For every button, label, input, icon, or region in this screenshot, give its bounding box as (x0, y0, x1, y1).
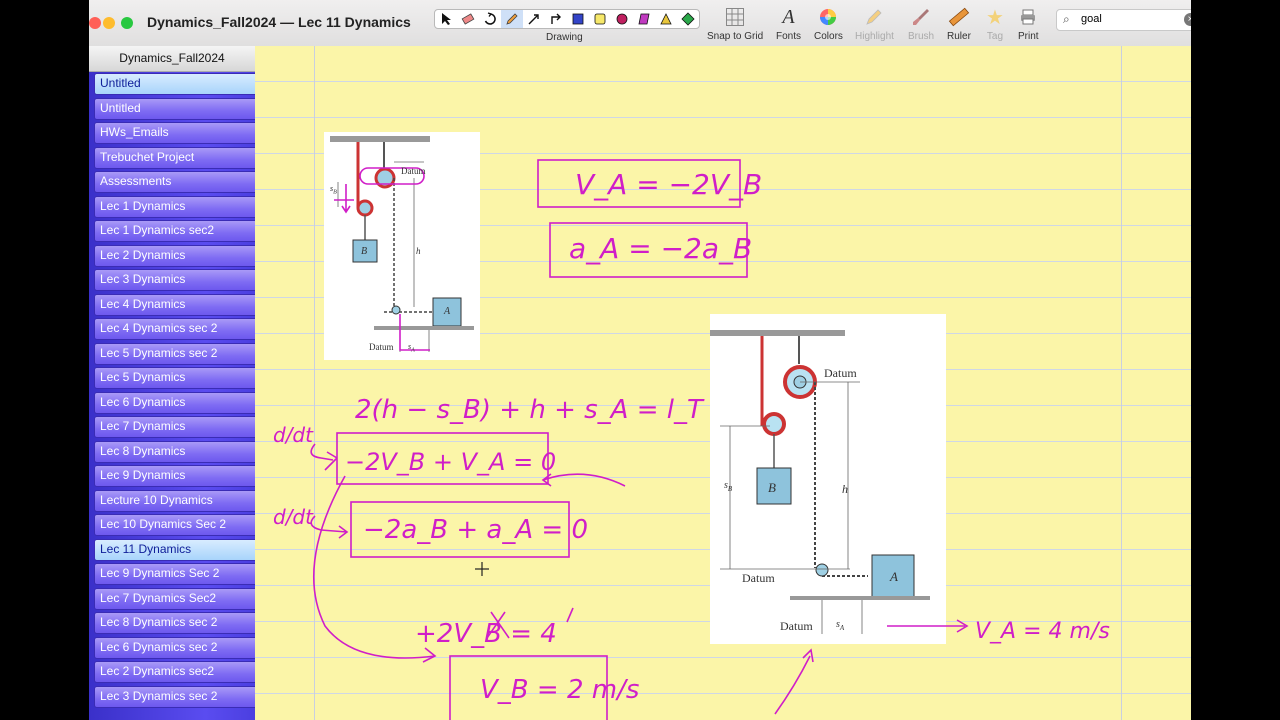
sidebar-item-lec-8-dynamics[interactable]: Lec 8 Dynamics (94, 440, 255, 463)
eq-acceleration: −2a_B + a_A = 0 (363, 515, 588, 545)
page-list: Untitled Untitled HWs_Emails Trebuchet Pro… (89, 73, 255, 708)
search-icon: ⌕ (1063, 12, 1070, 26)
title-bar: Dynamics_Fall2024 — Lec 11 Dynamics Draw… (89, 0, 1191, 47)
pointer-arrow (542, 473, 626, 487)
sidebar-item-lec-1-dynamics[interactable]: Lec 1 Dynamics (94, 195, 255, 218)
search-input[interactable] (1079, 12, 1183, 26)
rectangle-tool-icon[interactable] (567, 10, 589, 28)
grid-icon (725, 6, 745, 28)
notebook-title: Dynamics_Fall2024 (89, 46, 255, 72)
close-window-button[interactable] (89, 17, 101, 29)
diamond-tool-icon[interactable] (677, 10, 699, 28)
ddt-arrow-2 (310, 515, 348, 533)
eq-aa: a_A = −2a_B (569, 232, 752, 265)
sidebar-item-lec-6-dynamics[interactable]: Lec 6 Dynamics (94, 391, 255, 414)
fonts-icon: A (782, 5, 795, 28)
sidebar-item-lec-1-dynamics-sec2[interactable]: Lec 1 Dynamics sec2 (94, 220, 255, 242)
sidebar-item-assessments[interactable]: Assessments (94, 171, 255, 193)
sidebar-item-lec-4-dynamics-sec-2[interactable]: Lec 4 Dynamics sec 2 (94, 318, 255, 340)
eraser-tool-icon[interactable] (457, 10, 479, 28)
ruler-icon (948, 6, 970, 28)
search-field[interactable]: ⌕ × (1056, 9, 1191, 31)
rotate-tool-icon[interactable] (479, 10, 501, 28)
eq-vb: V_B = 2 m/s (480, 675, 639, 705)
eq-va-given: V_A = 4 m/s (975, 619, 1110, 644)
colors-button[interactable]: Colors (814, 6, 843, 44)
pointer-tool-icon[interactable] (435, 10, 457, 28)
sidebar-item-lec-2-dynamics-sec2[interactable]: Lec 2 Dynamics sec2 (94, 661, 255, 683)
highlighter-icon (864, 6, 884, 28)
window-title: Dynamics_Fall2024 — Lec 11 Dynamics (147, 14, 411, 30)
zoom-window-button[interactable] (121, 17, 133, 29)
pointer-arrow-2 (774, 655, 811, 715)
drawing-tools (434, 9, 700, 29)
parallelogram-tool-icon[interactable] (633, 10, 655, 28)
sidebar-item-lec-3-dynamics[interactable]: Lec 3 Dynamics (94, 269, 255, 291)
color-wheel-icon (818, 6, 838, 28)
fonts-button[interactable]: A Fonts (776, 6, 801, 44)
eq-velocity: −2V_B + V_A = 0 (345, 448, 556, 476)
circle-tool-icon[interactable] (611, 10, 633, 28)
pencil-tool-icon[interactable] (501, 10, 523, 28)
sidebar-item-lec-9-dynamics[interactable]: Lec 9 Dynamics (94, 465, 255, 487)
sidebar-item-lec-3-dynamics-sec-2[interactable]: Lec 3 Dynamics sec 2 (94, 685, 255, 708)
star-icon: ★ (986, 6, 1004, 29)
sidebar-item-lecture-10-dynamics[interactable]: Lecture 10 Dynamics (94, 489, 255, 512)
connector-tool-icon[interactable] (545, 10, 567, 28)
sidebar-item-trebuchet-project[interactable]: Trebuchet Project (94, 146, 255, 169)
sidebar-item-lec-7-dynamics-sec2[interactable]: Lec 7 Dynamics Sec2 (94, 587, 255, 610)
brush-icon (911, 6, 931, 28)
sidebar-item-untitled-top[interactable]: Untitled (94, 73, 255, 95)
sidebar-item-hws-emails[interactable]: HWs_Emails (94, 122, 255, 144)
sidebar-item-lec-10-dynamics-sec-2[interactable]: Lec 10 Dynamics Sec 2 (94, 514, 255, 536)
crosshair-cursor-icon (475, 562, 489, 576)
rounded-rect-tool-icon[interactable] (589, 10, 611, 28)
clear-search-icon[interactable]: × (1184, 13, 1191, 26)
sidebar-item-untitled[interactable]: Untitled (94, 97, 255, 120)
sidebar-item-lec-8-dynamics-sec-2[interactable]: Lec 8 Dynamics sec 2 (94, 612, 255, 634)
minimize-window-button[interactable] (103, 17, 115, 29)
notebook-sidebar: Dynamics_Fall2024 Untitled Untitled HWs_E… (89, 46, 255, 720)
handwritten-ink: V_A = −2V_B a_A = −2a_B 2(h − s_B) + h +… (273, 159, 1110, 720)
eq-length: 2(h − s_B) + h + s_A = l_T (355, 395, 705, 425)
ruler-button[interactable]: Ruler (947, 6, 971, 44)
drawing-label: Drawing (546, 32, 583, 43)
eq-va: V_A = −2V_B (575, 168, 762, 201)
notebook-window: Dynamics_Fall2024 — Lec 11 Dynamics Draw… (89, 0, 1191, 720)
brush-button[interactable]: Brush (908, 6, 934, 44)
sidebar-item-lec-6-dynamics-sec-2[interactable]: Lec 6 Dynamics sec 2 (94, 636, 255, 659)
print-button[interactable]: Print (1018, 6, 1039, 44)
snap-to-grid-button[interactable]: Snap to Grid (707, 6, 763, 44)
sidebar-item-lec-7-dynamics[interactable]: Lec 7 Dynamics (94, 416, 255, 438)
tag-button[interactable]: ★ Tag (986, 6, 1004, 44)
printer-icon (1019, 6, 1037, 28)
sidebar-item-lec-5-dynamics[interactable]: Lec 5 Dynamics (94, 367, 255, 389)
eq-substitute: +2V_B = 4 (415, 619, 557, 649)
triangle-tool-icon[interactable] (655, 10, 677, 28)
ink-text: V_A = −2V_B a_A = −2a_B 2(h − s_B) + h +… (273, 168, 1110, 705)
ddt-arrow-1 (310, 443, 334, 461)
ddt-label-1: d/dt (273, 423, 314, 447)
ddt-label-2: d/dt (273, 505, 314, 529)
highlight-button[interactable]: Highlight (855, 6, 894, 44)
line-tool-icon[interactable] (523, 10, 545, 28)
sidebar-item-lec-11-dynamics[interactable]: Lec 11 Dynamics (94, 538, 255, 561)
sidebar-item-lec-2-dynamics[interactable]: Lec 2 Dynamics (94, 244, 255, 267)
cancel-mark (566, 607, 574, 623)
sidebar-item-lec-4-dynamics[interactable]: Lec 4 Dynamics (94, 293, 255, 316)
note-page[interactable]: Datum B h A Datum sB sA Datum B h A Datu… (255, 46, 1191, 720)
sidebar-item-lec-5-dynamics-sec-2[interactable]: Lec 5 Dynamics sec 2 (94, 342, 255, 365)
sidebar-item-lec-9-dynamics-sec-2[interactable]: Lec 9 Dynamics Sec 2 (94, 563, 255, 585)
